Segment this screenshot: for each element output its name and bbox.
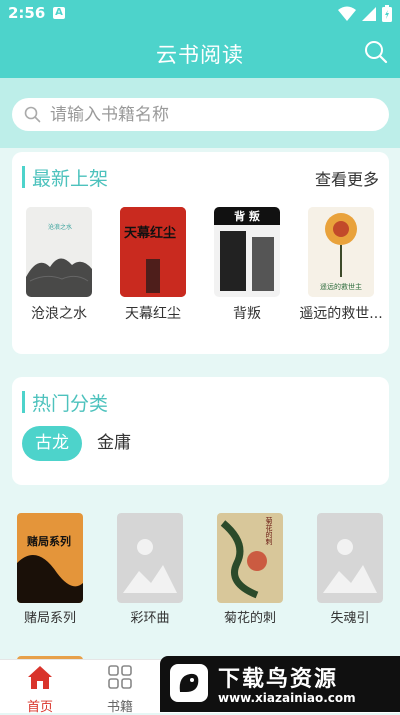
- book-title: 菊花的刺: [223, 611, 276, 626]
- category-chips: 古龙 金庸: [22, 426, 144, 461]
- search-field-icon: [24, 106, 41, 123]
- grid-book-item[interactable]: 失魂引: [300, 513, 400, 626]
- book-item[interactable]: 沧浪之水 沧浪之水: [12, 207, 106, 323]
- book-item[interactable]: 背 叛 背叛: [200, 207, 294, 323]
- cover-art-dragon: 菊花的刺: [217, 513, 283, 603]
- category-chip-jinyong[interactable]: 金庸: [84, 426, 144, 461]
- book-cover[interactable]: 背 叛: [214, 207, 280, 297]
- wifi-icon: [338, 6, 356, 21]
- status-time: 2:56: [8, 4, 46, 22]
- bird-logo-icon: [170, 664, 208, 702]
- placeholder-image-icon[interactable]: [317, 513, 383, 603]
- book-cover[interactable]: 赌局系列: [17, 513, 83, 603]
- book-cover[interactable]: 菊花的刺: [217, 513, 283, 603]
- signal-icon: [362, 6, 376, 21]
- tab-label: 书籍: [106, 700, 133, 715]
- watermark-banner: 下载鸟资源 www.xiazainiao.com: [160, 656, 400, 712]
- grid-book-item[interactable]: 赌局系列 赌局系列: [0, 513, 100, 626]
- app-bar: 云书阅读: [0, 28, 400, 78]
- cover-art-bw: 背 叛: [214, 207, 280, 297]
- view-more-link[interactable]: 查看更多: [315, 166, 379, 190]
- cover-art-sun: 遥远的救世主: [308, 207, 374, 297]
- book-cover[interactable]: 天幕红尘: [120, 207, 186, 297]
- cover-text: 菊花的刺: [265, 516, 273, 546]
- cover-text: 赌局系列: [27, 534, 71, 548]
- book-title: 天幕红尘: [125, 306, 181, 322]
- book-title: 彩环曲: [130, 611, 170, 626]
- cover-text: 背 叛: [234, 209, 260, 223]
- grid-book-item[interactable]: 菊花的刺 菊花的刺: [200, 513, 300, 626]
- latest-title: 最新上架: [32, 167, 109, 190]
- category-chip-gulong[interactable]: 古龙: [22, 426, 82, 461]
- book-title: 赌局系列: [23, 611, 76, 626]
- book-grid: 赌局系列 赌局系列 彩环曲 菊花的刺 菊花的刺 失魂引: [0, 513, 400, 626]
- latest-books: 沧浪之水 沧浪之水 天幕红尘 天幕红尘 背 叛 背叛 遥远的救世主 遥远的救世.…: [12, 207, 389, 323]
- tab-home[interactable]: 首页: [10, 664, 70, 715]
- latest-card: 最新上架 查看更多 沧浪之水 沧浪之水 天幕红尘 天幕红尘 背 叛 背叛 遥远的…: [12, 152, 389, 354]
- watermark-title: 下载鸟资源: [218, 667, 339, 692]
- search-input[interactable]: [48, 103, 372, 127]
- cover-text: 遥远的救世主: [320, 282, 362, 291]
- book-title: 沧浪之水: [31, 306, 87, 322]
- book-title: 背叛: [233, 306, 261, 322]
- cover-text: 沧浪之水: [48, 223, 72, 231]
- app-title: 云书阅读: [156, 43, 244, 67]
- watermark-url: www.xiazainiao.com: [218, 691, 356, 705]
- cover-art-red: 天幕红尘: [120, 207, 186, 297]
- book-title: 遥远的救世...: [299, 306, 383, 322]
- tab-books[interactable]: 书籍: [90, 664, 150, 715]
- cover-art-gamble: 赌局系列: [17, 513, 83, 603]
- section-header: 最新上架: [22, 164, 108, 190]
- tab-label: 首页: [26, 700, 53, 715]
- categories-title: 热门分类: [32, 392, 109, 415]
- book-cover[interactable]: 遥远的救世主: [308, 207, 374, 297]
- home-icon: [28, 666, 52, 689]
- cover-art-mountains: 沧浪之水: [26, 207, 92, 297]
- book-title: 失魂引: [330, 611, 370, 626]
- placeholder-image-icon[interactable]: [117, 513, 183, 603]
- section-accent-bar: [22, 391, 25, 413]
- battery-icon: [382, 5, 392, 22]
- book-item[interactable]: 遥远的救世主 遥远的救世...: [294, 207, 388, 323]
- grid-book-item[interactable]: 彩环曲: [100, 513, 200, 626]
- categories-card: 热门分类 古龙 金庸: [12, 377, 389, 485]
- status-bar: 2:56 A: [0, 0, 400, 28]
- book-item[interactable]: 天幕红尘 天幕红尘: [106, 207, 200, 323]
- cover-text: 天幕红尘: [124, 225, 176, 241]
- search-icon[interactable]: [364, 40, 388, 64]
- book-cover[interactable]: 沧浪之水: [26, 207, 92, 297]
- search-box[interactable]: [12, 98, 389, 131]
- status-icons: [338, 5, 392, 22]
- grid-icon: [108, 665, 132, 689]
- notification-icon: A: [53, 7, 65, 19]
- section-header: 热门分类: [22, 389, 108, 415]
- section-accent-bar: [22, 166, 25, 188]
